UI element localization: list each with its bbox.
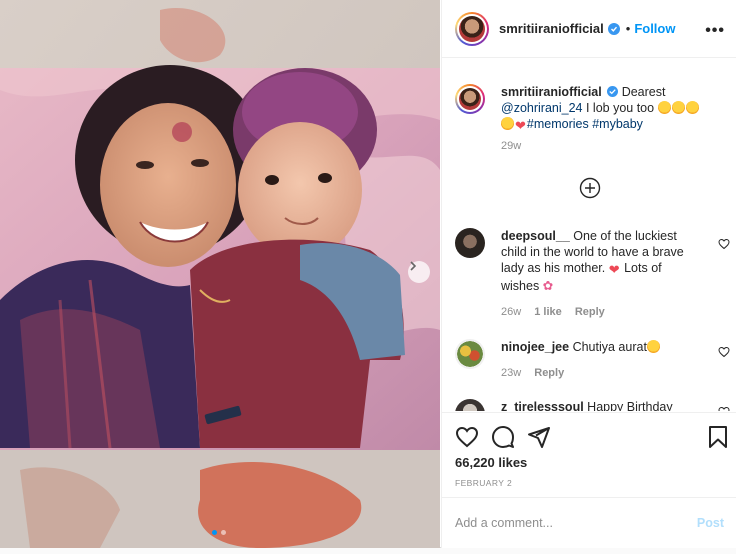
commenter-username[interactable]: deepsoul__	[501, 229, 570, 243]
commenter-username[interactable]: z_tirelesssoul	[501, 400, 584, 411]
carousel-dot-active	[212, 530, 217, 535]
emoji-face-icon	[657, 101, 671, 114]
heart-emoji-icon: ❤	[515, 118, 526, 133]
author-avatar[interactable]	[455, 11, 489, 46]
post-comment-button[interactable]: Post	[697, 516, 724, 530]
emoji-face-icon	[671, 101, 685, 114]
comment-composer: Add a comment... Post	[442, 497, 736, 548]
reply-button[interactable]: Reply	[575, 306, 605, 318]
more-options-icon[interactable]: •••	[705, 22, 725, 40]
post-date[interactable]: FEBRUARY 2	[455, 478, 512, 488]
post-actions: 66,220 likes FEBRUARY 2	[442, 412, 736, 496]
caption-text: smritiiraniofficial Dearest @zohrirani_2…	[501, 84, 701, 134]
comment-meta: 23w Reply	[501, 367, 574, 379]
caption-age[interactable]: 29w	[501, 140, 521, 152]
like-comment-heart-icon[interactable]	[718, 238, 730, 250]
post-sidebar: smritiiraniofficial • Follow ••• smritii…	[441, 0, 736, 548]
likes-count[interactable]: 66,220 likes	[455, 455, 527, 470]
post-dialog: smritiiraniofficial • Follow ••• smritii…	[0, 0, 736, 548]
emoji-face-icon	[685, 101, 699, 114]
heart-icon[interactable]	[455, 425, 479, 449]
caption-intro: Dearest	[621, 85, 666, 99]
mention-link[interactable]: @zohrirani_24	[501, 101, 582, 115]
reply-button[interactable]: Reply	[534, 367, 564, 379]
comment-likes[interactable]: 1 like	[534, 306, 562, 318]
comment-age[interactable]: 23w	[501, 367, 521, 379]
carousel-next-button[interactable]	[408, 261, 430, 283]
commenter-username[interactable]: ninojee_jee	[501, 340, 569, 354]
caption-username[interactable]: smritiiraniofficial	[501, 85, 602, 99]
like-comment-heart-icon[interactable]	[718, 406, 730, 411]
share-icon[interactable]	[527, 425, 551, 449]
follow-button[interactable]: Follow	[634, 21, 675, 36]
comment-text: z_tirelesssoul Happy Birthday	[501, 399, 701, 411]
separator-bullet: •	[625, 21, 631, 36]
comment-input[interactable]: Add a comment...	[455, 516, 697, 530]
comment-text: ninojee_jee Chutiya aurat	[501, 339, 701, 355]
carousel-dots	[212, 530, 226, 535]
verified-badge-icon	[607, 22, 620, 35]
caption-avatar[interactable]	[455, 84, 485, 114]
comment-icon[interactable]	[491, 425, 515, 449]
carousel-dot	[221, 530, 226, 535]
bookmark-icon[interactable]	[706, 425, 730, 449]
emoji-face-icon	[501, 117, 514, 130]
comments-list[interactable]: smritiiraniofficial Dearest @zohrirani_2…	[442, 59, 736, 411]
heart-emoji-icon: ❤	[608, 262, 620, 277]
commenter-avatar[interactable]	[455, 339, 485, 369]
like-comment-heart-icon[interactable]	[718, 346, 730, 358]
comment-age[interactable]: 26w	[501, 306, 521, 318]
commenter-avatar[interactable]	[455, 399, 485, 411]
comment-meta: 26w 1 like Reply	[501, 306, 615, 318]
caption-meta: 29w	[501, 140, 531, 152]
chevron-right-icon	[410, 261, 417, 271]
comment-text: deepsoul__ One of the luckiest child in …	[501, 229, 684, 293]
emoji-laugh-icon	[646, 340, 660, 353]
photo-image	[0, 0, 440, 548]
post-photo[interactable]	[0, 0, 440, 548]
hashtags-link[interactable]: #memories #mybaby	[527, 117, 643, 131]
caption-body: I lob you too	[585, 101, 655, 115]
commenter-avatar[interactable]	[455, 228, 485, 258]
author-username[interactable]: smritiiraniofficial	[499, 21, 604, 36]
flower-emoji-icon: ✿	[542, 279, 554, 293]
add-circle-icon[interactable]	[579, 177, 601, 199]
verified-badge-icon	[607, 86, 619, 97]
post-header: smritiiraniofficial • Follow •••	[442, 0, 736, 58]
